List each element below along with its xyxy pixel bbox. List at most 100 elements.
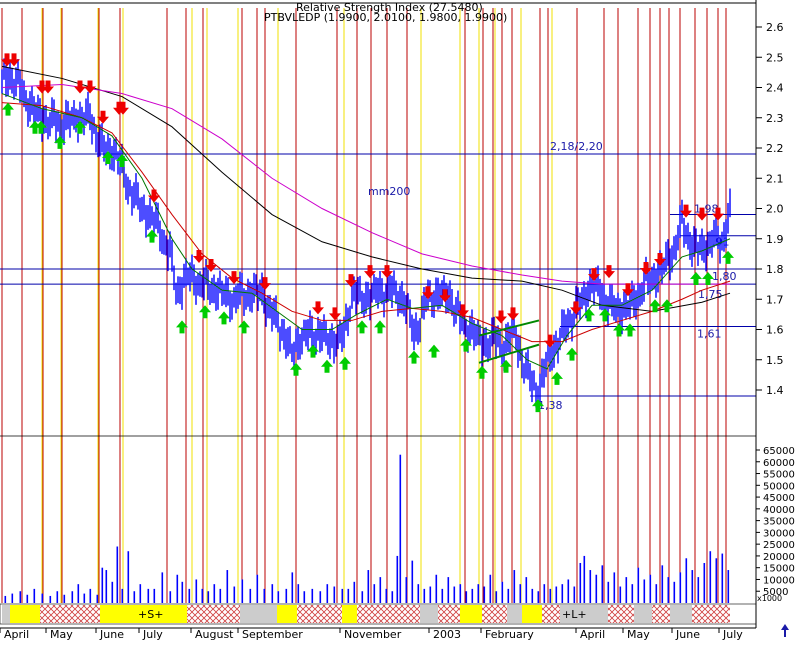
volume-bar xyxy=(241,579,244,603)
volume-bar xyxy=(501,581,504,603)
volume-bar xyxy=(549,588,552,603)
volume-bar xyxy=(41,593,44,603)
volume-bar xyxy=(297,584,300,603)
strip-segment-yellow xyxy=(342,605,357,623)
volume-bar xyxy=(607,581,610,603)
month-label: June xyxy=(99,628,124,641)
volume-bar xyxy=(77,584,80,603)
volume-bar xyxy=(715,558,718,603)
price-tick-label: 1.8 xyxy=(766,263,784,276)
volume-bar xyxy=(727,570,730,603)
volume-bar xyxy=(121,588,124,603)
volume-bar xyxy=(256,574,259,603)
volume-bar xyxy=(471,588,474,603)
volume-bar xyxy=(303,591,306,603)
strip-segment-yellow xyxy=(10,605,40,623)
volume-bar xyxy=(11,593,14,603)
volume-bar xyxy=(589,570,592,603)
volume-bar xyxy=(667,577,670,603)
volume-bar xyxy=(49,595,52,603)
volume-bar xyxy=(139,584,142,603)
volume-bar xyxy=(537,591,540,603)
price-tick-label: 2.3 xyxy=(766,112,784,125)
volume-bar xyxy=(435,574,438,603)
strip-segment-hatch xyxy=(297,605,342,623)
volume-bar xyxy=(637,567,640,603)
strip-segment-yellow xyxy=(522,605,542,623)
volume-bar xyxy=(543,584,546,603)
month-label: July xyxy=(142,628,163,641)
price-tick-label: 2.2 xyxy=(766,142,784,155)
strip-segment-grey xyxy=(507,605,522,623)
month-label: June xyxy=(675,628,700,641)
volume-bar xyxy=(101,567,104,603)
volume-bar xyxy=(319,591,322,603)
volume-bar xyxy=(555,586,558,603)
volume-bar xyxy=(111,581,114,603)
volume-bar xyxy=(573,586,576,603)
strip-segment-grey xyxy=(420,605,438,623)
volume-bar xyxy=(147,588,150,603)
volume-bar xyxy=(453,586,456,603)
chart-canvas: 2,18/2,201,98,911,801,751,611,38 +S+ +L+ … xyxy=(0,0,802,642)
volume-bar xyxy=(71,591,74,603)
month-label: February xyxy=(485,628,534,641)
volume-bar xyxy=(233,586,236,603)
volume-bar xyxy=(201,588,204,603)
volume-bar xyxy=(379,577,382,603)
volume-bar xyxy=(649,574,652,603)
volume-bar xyxy=(483,586,486,603)
volume-bar xyxy=(703,562,706,603)
volume-bar xyxy=(176,574,179,603)
volume-bar xyxy=(417,584,420,603)
volume-bar xyxy=(691,570,694,603)
volume-bar xyxy=(399,454,402,603)
volume-bar xyxy=(19,591,22,603)
month-label: November xyxy=(344,628,402,641)
strip-segment-hatch xyxy=(187,605,240,623)
month-label: 2003 xyxy=(433,628,461,641)
volume-tick-label: 55000 xyxy=(763,470,795,481)
volume-bar xyxy=(285,588,288,603)
volume-bar xyxy=(619,586,622,603)
volume-bar xyxy=(531,588,534,603)
volume-bar xyxy=(465,591,468,603)
volume-bar xyxy=(391,591,394,603)
volume-bar xyxy=(643,579,646,603)
strip-segment-hatch xyxy=(542,605,560,623)
strip-label: +L+ xyxy=(562,608,587,621)
volume-bar xyxy=(249,588,252,603)
volume-bar xyxy=(207,591,210,603)
volume-bar xyxy=(709,551,712,603)
volume-bar xyxy=(89,588,92,603)
volume-tick-label: 15000 xyxy=(763,564,795,575)
strip-segment-yellow xyxy=(277,605,297,623)
volume-tick-label: 45000 xyxy=(763,493,795,504)
strip-segment-hatch xyxy=(357,605,420,623)
volume-bar xyxy=(519,584,522,603)
month-label: September xyxy=(242,628,303,641)
price-tick-label: 2.5 xyxy=(766,51,784,64)
volume-tick-label: 50000 xyxy=(763,481,795,492)
volume-bar xyxy=(213,584,216,603)
volume-tick-label: 30000 xyxy=(763,528,795,539)
month-label: April xyxy=(580,628,605,641)
volume-bar xyxy=(513,570,516,603)
price-tick-label: 1.7 xyxy=(766,293,784,306)
volume-bar xyxy=(685,558,688,603)
volume-bar xyxy=(583,555,586,603)
volume-bar xyxy=(63,594,66,603)
volume-bar xyxy=(411,560,414,603)
volume-bar xyxy=(477,584,480,603)
volume-bar xyxy=(219,588,222,603)
volume-bar xyxy=(263,588,266,603)
volume-bar xyxy=(188,588,191,603)
strip-segment-hatch xyxy=(652,605,670,623)
volume-bar xyxy=(661,565,664,603)
ma-label: mm200 xyxy=(368,185,410,198)
symbol-ohlc-title: PTBVLEDP (1.9900, 2.0100, 1.9800, 1.9900… xyxy=(264,11,507,24)
price-tick-label: 1.5 xyxy=(766,354,784,367)
volume-bar xyxy=(271,584,274,603)
volume-bar xyxy=(673,581,676,603)
strip-segment-grey xyxy=(634,605,652,623)
